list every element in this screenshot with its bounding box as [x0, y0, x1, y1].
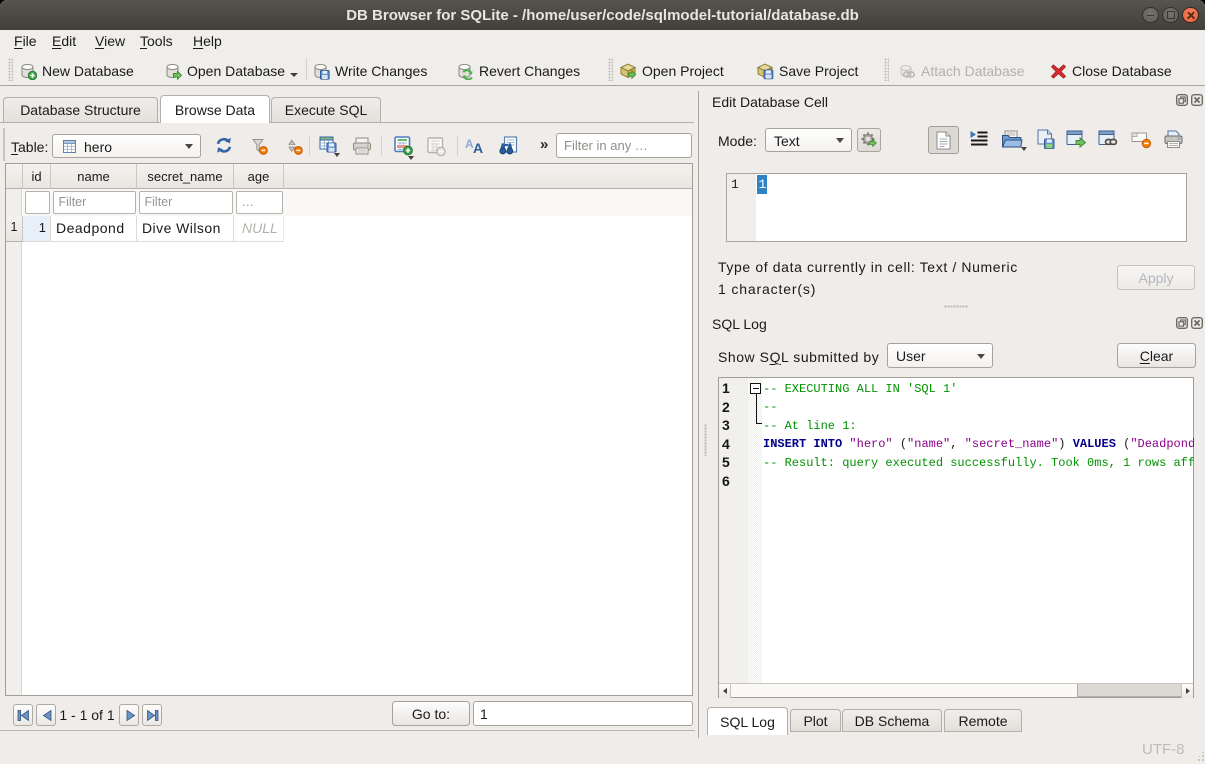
svg-text:A: A: [473, 140, 483, 155]
